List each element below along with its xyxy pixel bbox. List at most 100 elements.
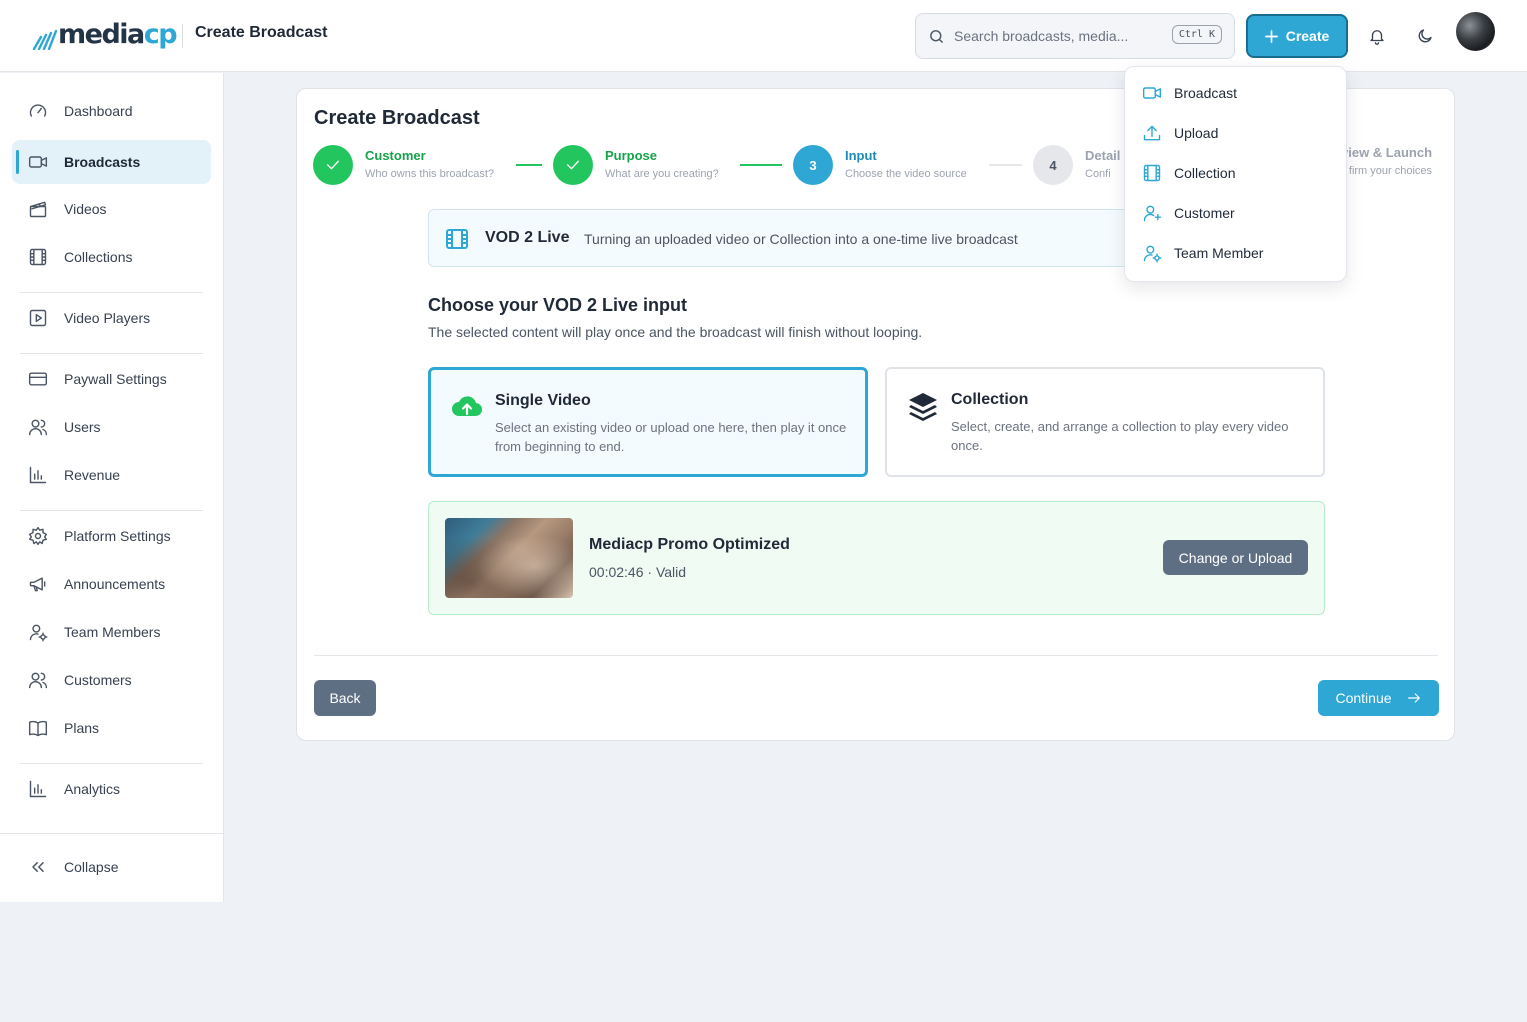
mode-title: VOD 2 Live: [485, 229, 570, 246]
credit-card-icon: [28, 372, 48, 386]
step-purpose[interactable]: Purpose What are you creating?: [553, 145, 719, 185]
sidebar-divider: [20, 292, 203, 293]
sidebar-divider: [20, 353, 203, 354]
sidebar-item-users[interactable]: Users: [12, 405, 211, 449]
menu-item-label: Broadcast: [1174, 85, 1238, 101]
sidebar-item-label: Platform Settings: [64, 528, 171, 544]
step-subtitle: firm your choices: [1348, 165, 1433, 177]
media-title: Mediacp Promo Optimized: [589, 536, 790, 553]
search-icon: [930, 30, 943, 43]
theme-toggle-button[interactable]: [1413, 24, 1437, 48]
check-icon: [327, 160, 339, 170]
sidebar-item-label: Plans: [64, 720, 100, 736]
search-box[interactable]: Ctrl K: [915, 13, 1235, 59]
sidebar-item-label: Broadcasts: [64, 154, 141, 170]
sidebar-item-collections[interactable]: Collections: [12, 235, 211, 279]
option-single-video[interactable]: Single Video Select an existing video or…: [428, 367, 868, 477]
layers-icon: [909, 393, 937, 421]
sidebar-item-broadcasts[interactable]: Broadcasts: [12, 140, 211, 184]
sidebar-item-video-players[interactable]: Video Players: [12, 296, 211, 340]
menu-item-team-member[interactable]: Team Member: [1133, 235, 1340, 271]
sidebar-item-platform-settings[interactable]: Platform Settings: [12, 514, 211, 558]
bell-icon: [1370, 30, 1384, 45]
arrow-right-icon: [1407, 693, 1420, 703]
search-shortcut-hint: Ctrl K: [1171, 25, 1222, 44]
sidebar-item-announcements[interactable]: Announcements: [12, 562, 211, 606]
sidebar-item-revenue[interactable]: Revenue: [12, 453, 211, 497]
sidebar-divider: [20, 510, 203, 511]
sidebar-item-paywall-settings[interactable]: Paywall Settings: [12, 357, 211, 401]
film-icon: [1143, 164, 1161, 182]
sidebar-item-label: Collections: [64, 249, 133, 265]
user-plus-icon: [1143, 205, 1162, 222]
step-input[interactable]: 3 Input Choose the video source: [793, 145, 967, 185]
sidebar-item-dashboard[interactable]: Dashboard: [12, 89, 211, 133]
user-avatar[interactable]: [1456, 12, 1495, 51]
step-number: 4: [1033, 145, 1073, 185]
step-details[interactable]: 4 Detail Confi: [1033, 145, 1120, 185]
top-header: mediacp Create Broadcast Ctrl K Create: [0, 0, 1527, 72]
section-title: Choose your VOD 2 Live input: [428, 295, 688, 315]
video-camera-icon: [1142, 87, 1162, 99]
sidebar-item-label: Team Members: [64, 624, 161, 640]
upload-icon: [1143, 125, 1161, 141]
collapse-label: Collapse: [64, 859, 119, 875]
video-thumbnail: [445, 518, 573, 598]
sidebar-item-videos[interactable]: Videos: [12, 187, 211, 231]
sidebar: Dashboard Broadcasts Videos Collections …: [0, 73, 224, 902]
megaphone-icon: [29, 577, 46, 592]
sidebar-divider: [20, 763, 203, 764]
option-title: Collection: [951, 391, 1029, 408]
step-subtitle: Who owns this broadcast?: [365, 168, 495, 180]
notifications-button[interactable]: [1365, 24, 1389, 48]
menu-item-broadcast[interactable]: Broadcast: [1133, 75, 1340, 111]
moon-icon: [1418, 29, 1432, 43]
step-number: 3: [793, 145, 833, 185]
step-subtitle: Confi: [1085, 168, 1111, 180]
logo-waves-icon: [32, 29, 58, 50]
user-cog-icon: [29, 624, 48, 642]
step-label: Detail: [1085, 148, 1121, 163]
gauge-icon: [29, 104, 47, 117]
mediacp-logo[interactable]: mediacp: [32, 18, 178, 50]
back-button[interactable]: Back: [314, 680, 376, 716]
page-title: Create Broadcast: [314, 107, 480, 129]
sidebar-item-label: Customers: [64, 672, 132, 688]
menu-item-collection[interactable]: Collection: [1133, 155, 1340, 191]
option-description: Select, create, and arrange a collection…: [951, 419, 1289, 453]
cloud-upload-icon: [452, 396, 483, 417]
sidebar-item-label: Analytics: [64, 781, 121, 797]
search-input[interactable]: [954, 24, 1174, 48]
sidebar-item-team-members[interactable]: Team Members: [12, 610, 211, 654]
menu-item-label: Collection: [1174, 165, 1236, 181]
menu-item-label: Upload: [1174, 125, 1219, 141]
menu-item-customer[interactable]: Customer: [1133, 195, 1340, 231]
clapperboard-icon: [29, 201, 47, 218]
sidebar-item-customers[interactable]: Customers: [12, 658, 211, 702]
create-dropdown-menu: Broadcast Upload Collection Customer Tea…: [1124, 66, 1347, 282]
sidebar-collapse-button[interactable]: Collapse: [12, 845, 211, 889]
continue-button[interactable]: Continue: [1318, 680, 1439, 716]
header-divider: [182, 24, 183, 48]
step-subtitle: What are you creating?: [605, 168, 719, 180]
sidebar-item-analytics[interactable]: Analytics: [12, 767, 211, 811]
step-label: view & Launch: [1341, 145, 1433, 160]
step-label: Customer: [365, 148, 426, 163]
menu-item-upload[interactable]: Upload: [1133, 115, 1340, 151]
step-customer[interactable]: Customer Who owns this broadcast?: [313, 145, 494, 185]
users-icon: [28, 419, 48, 436]
sidebar-divider: [0, 833, 223, 834]
plus-icon: [1264, 29, 1278, 43]
step-subtitle: Choose the video source: [845, 168, 967, 180]
step-connector: [516, 164, 542, 166]
change-or-upload-button[interactable]: Change or Upload: [1163, 540, 1308, 575]
bar-chart-icon: [29, 466, 47, 484]
section-subtitle: The selected content will play once and …: [428, 324, 923, 340]
sidebar-item-plans[interactable]: Plans: [12, 706, 211, 750]
step-review-launch[interactable]: view & Launch firm your choices: [1341, 145, 1432, 179]
film-icon: [29, 248, 47, 266]
option-collection[interactable]: Collection Select, create, and arrange a…: [885, 367, 1325, 477]
bar-chart-icon: [29, 780, 47, 798]
create-button[interactable]: Create: [1246, 14, 1348, 58]
media-meta: 00:02:46 · Valid: [589, 564, 687, 580]
